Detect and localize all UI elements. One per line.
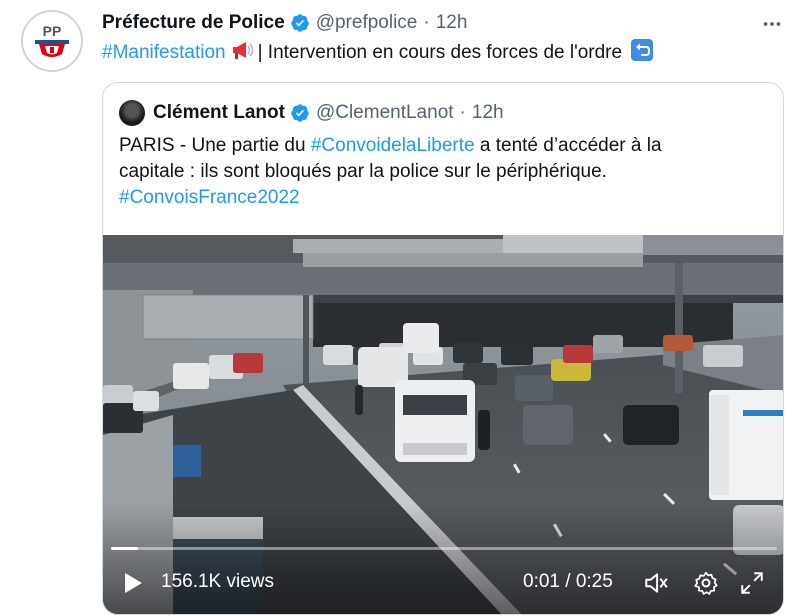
tweet-header: Préfecture de Police @prefpolice · 12h (102, 10, 467, 36)
quoted-text-line-2: capitale : ils sont bloqués par la polic… (119, 161, 607, 182)
prefecture-logo-icon: PP (24, 13, 80, 69)
tweet-body: | Intervention en cours des forces de l'… (257, 42, 623, 63)
hashtag-link[interactable]: #ConvoisFrance2022 (119, 185, 769, 211)
svg-text:PP: PP (43, 23, 62, 39)
tweet: PP Préfecture de Police @prefpolice · 12… (0, 0, 812, 615)
hashtag-link[interactable]: #Manifestation (102, 42, 226, 64)
quoted-author-name[interactable]: Clément Lanot (153, 102, 285, 124)
author-avatar[interactable]: PP (21, 10, 83, 72)
quoted-tweet-header: Clément Lanot @ClementLanot · 12h (119, 99, 504, 127)
quoted-tweet-time[interactable]: 12h (472, 102, 504, 124)
quoted-text-prefix: PARIS - Une partie du (119, 135, 311, 156)
quoted-tweet[interactable]: Clément Lanot @ClementLanot · 12h PARIS … (102, 82, 784, 615)
video-player[interactable]: 156.1K views 0:01 / 0:25 (103, 235, 783, 614)
progress-track[interactable] (111, 547, 777, 550)
verified-badge-icon (290, 13, 310, 33)
hashtag-link[interactable]: #ConvoidelaLiberte (311, 135, 475, 156)
quoted-author-avatar[interactable] (119, 100, 145, 126)
video-controls: 156.1K views 0:01 / 0:25 (103, 565, 783, 605)
separator-dot: · (459, 102, 466, 123)
more-icon[interactable] (758, 10, 786, 38)
tweet-text: #Manifestation | Intervention en cours d… (102, 38, 658, 68)
tweet-time[interactable]: 12h (436, 12, 468, 34)
quoted-text-suffix: a tenté d’accéder à la (474, 135, 662, 156)
volume-icon[interactable] (643, 570, 669, 596)
video-frame (103, 235, 783, 614)
quoted-text-line-1: PARIS - Une partie du #ConvoidelaLiberte… (119, 133, 769, 159)
quoted-author-handle[interactable]: @ClementLanot (316, 102, 454, 124)
separator-dot: · (423, 12, 430, 33)
megaphone-icon (230, 39, 254, 67)
return-arrow-icon (630, 38, 654, 68)
video-timecode: 0:01 / 0:25 (523, 571, 613, 592)
progress-fill (111, 547, 138, 550)
author-handle[interactable]: @prefpolice (316, 12, 418, 34)
verified-badge-icon (290, 103, 310, 123)
quoted-tweet-text: PARIS - Une partie du #ConvoidelaLiberte… (119, 133, 769, 211)
fullscreen-icon[interactable] (739, 570, 765, 596)
gear-icon[interactable] (693, 570, 719, 596)
play-icon[interactable] (121, 571, 145, 595)
view-count: 156.1K views (161, 571, 275, 592)
author-name[interactable]: Préfecture de Police (102, 12, 285, 34)
